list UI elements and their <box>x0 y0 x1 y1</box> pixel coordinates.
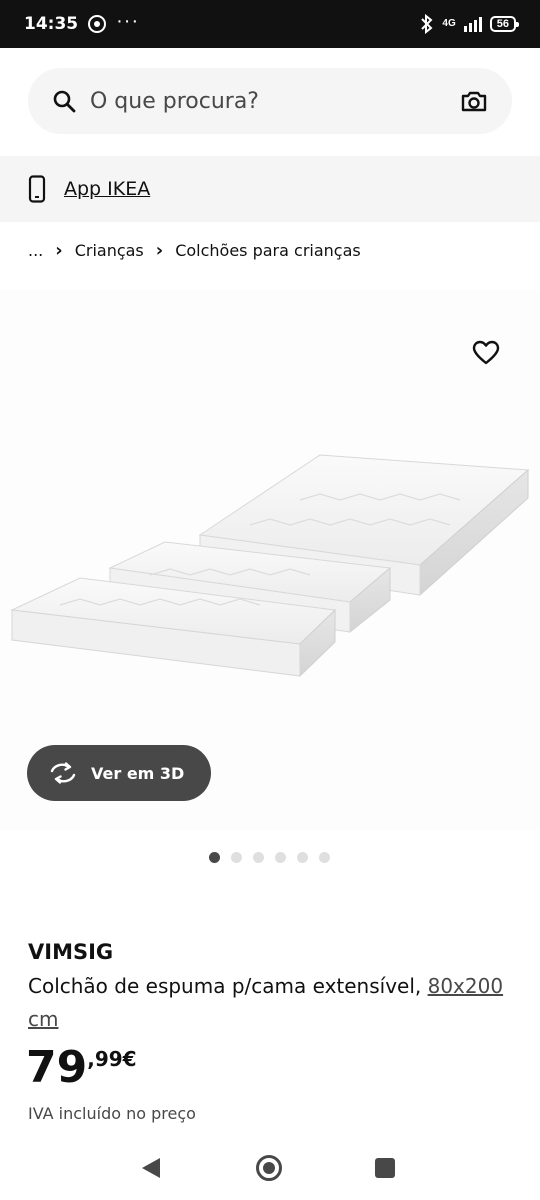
network-type: 4G <box>442 18 456 29</box>
favorite-heart-icon[interactable] <box>472 340 500 366</box>
breadcrumb-item-criancas[interactable]: Crianças <box>75 241 144 260</box>
status-time: 14:35 <box>24 14 79 34</box>
more-notifications-icon: ··· <box>116 10 140 32</box>
product-description: Colchão de espuma p/cama extensível, 80x… <box>28 970 518 1036</box>
pagination-dot[interactable] <box>275 852 286 863</box>
whatsapp-icon <box>88 15 107 33</box>
breadcrumb-ellipsis[interactable]: ... <box>28 241 43 260</box>
bluetooth-icon <box>421 14 433 34</box>
smartphone-icon <box>28 175 46 203</box>
back-icon[interactable] <box>140 1156 162 1180</box>
view-3d-label: Ver em 3D <box>91 763 185 783</box>
pagination-dot[interactable] <box>209 852 220 863</box>
chevron-right-icon: › <box>155 240 164 261</box>
breadcrumb: ... › Crianças › Colchões para crianças <box>28 240 361 261</box>
search-placeholder: O que procura? <box>90 88 259 114</box>
signal-icon <box>463 16 482 32</box>
pagination-dot[interactable] <box>319 852 330 863</box>
rotate-3d-icon <box>50 762 76 784</box>
product-description-text: Colchão de espuma p/cama extensível, <box>28 974 428 998</box>
pagination-dot[interactable] <box>231 852 242 863</box>
gallery-pagination <box>209 852 330 863</box>
product-image-mattress <box>10 454 530 678</box>
camera-icon[interactable] <box>460 89 488 113</box>
view-3d-button[interactable]: Ver em 3D <box>27 745 211 801</box>
price-integer: 79 <box>26 1042 88 1093</box>
vat-note: IVA incluído no preço <box>28 1104 196 1123</box>
battery-icon: 56 <box>489 16 520 32</box>
search-input[interactable]: O que procura? <box>28 68 512 134</box>
product-name: VIMSIG <box>28 940 114 964</box>
recent-apps-icon[interactable] <box>375 1158 395 1178</box>
status-bar: 14:35 ··· 4G 56 <box>0 0 540 48</box>
app-ikea-link[interactable]: App IKEA <box>64 178 150 200</box>
pagination-dot[interactable] <box>253 852 264 863</box>
search-icon <box>53 90 76 113</box>
price-decimal: ,99€ <box>87 1047 137 1071</box>
pagination-dot[interactable] <box>297 852 308 863</box>
app-banner[interactable]: App IKEA <box>0 156 540 222</box>
product-price: 79 ,99€ <box>26 1043 137 1093</box>
chevron-right-icon: › <box>55 240 63 261</box>
breadcrumb-item-colchoes[interactable]: Colchões para crianças <box>175 241 361 260</box>
home-icon[interactable] <box>255 1154 283 1182</box>
system-navigation-bar <box>0 1138 540 1200</box>
